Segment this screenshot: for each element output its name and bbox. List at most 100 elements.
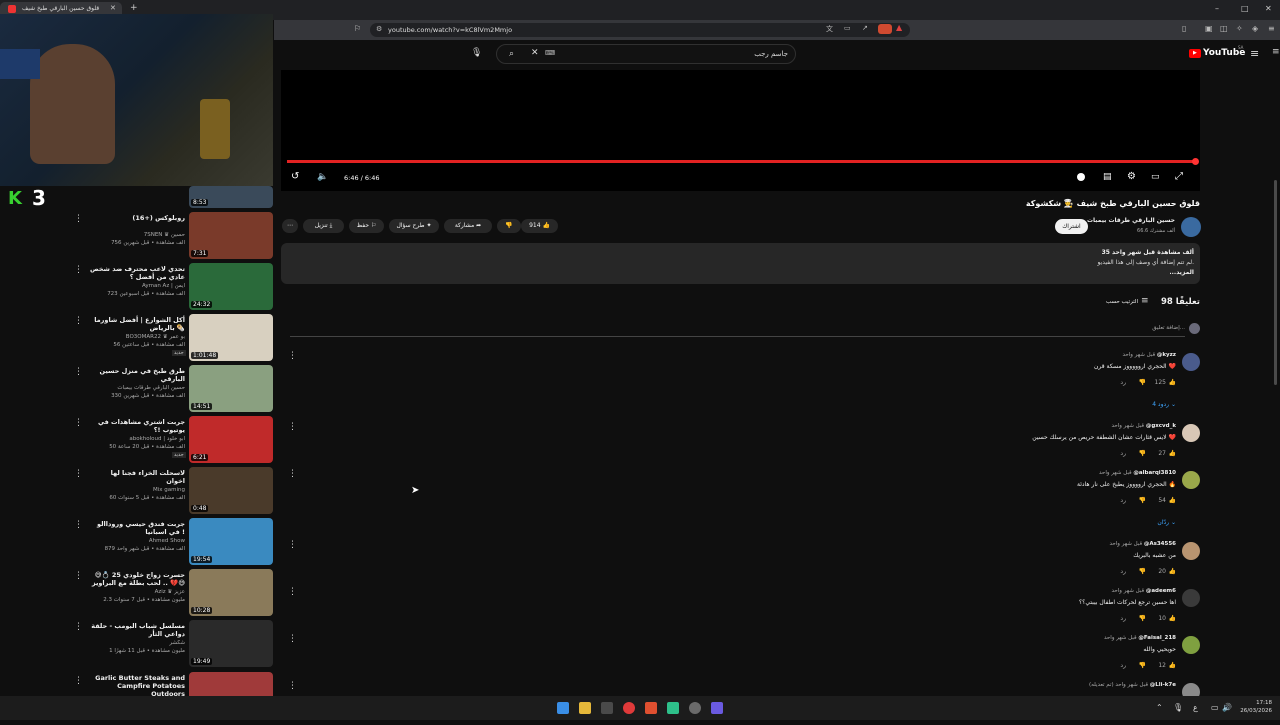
video-thumbnail[interactable]: 14:51 xyxy=(189,365,273,412)
video-menu-icon[interactable]: ⋮ xyxy=(74,265,83,275)
sidebar-video-title[interactable]: جربت اشتري مشاهدات في يوتيوب !؟ xyxy=(90,418,185,434)
rewards-icon[interactable]: ▲ xyxy=(896,23,902,32)
commenter-avatar[interactable] xyxy=(1182,589,1200,607)
video-menu-icon[interactable]: ⋮ xyxy=(74,676,83,686)
clear-search-icon[interactable]: ✕ xyxy=(531,48,539,58)
cast-icon[interactable]: ▭ xyxy=(844,24,851,32)
progress-scrubber[interactable] xyxy=(1192,158,1199,165)
start-menu-icon[interactable] xyxy=(557,702,569,714)
channel-name[interactable]: حسين البارقي طرقات بيمبات xyxy=(1075,217,1175,224)
sidebar-video-title[interactable]: روبلوكس (+16) xyxy=(90,214,185,222)
video-menu-icon[interactable]: ⋮ xyxy=(74,622,83,632)
like-button[interactable]: 914 👍 xyxy=(521,219,558,233)
view-replies-button[interactable]: ردّان ⌄ xyxy=(1157,519,1176,526)
clock-time[interactable]: 17:18 xyxy=(1232,700,1272,706)
sidebar-video-item[interactable]: 19:54 ⋮ جربت فندق حيسي وروداالو في اسبانيا… xyxy=(0,518,275,568)
page-scrollbar[interactable] xyxy=(1274,180,1277,385)
subtitles-icon[interactable]: ▤ xyxy=(1103,172,1112,182)
puzzle-icon[interactable]: ✧ xyxy=(1236,24,1243,33)
discord-icon[interactable] xyxy=(711,702,723,714)
add-comment-input[interactable]: إضافة تعليق... xyxy=(1100,325,1185,331)
speaker-icon[interactable]: 🔊 xyxy=(1222,703,1232,712)
sidebar-channel[interactable]: 7SNEN ♛ حسين xyxy=(90,232,185,238)
brave-shield-icon[interactable] xyxy=(878,24,892,34)
wallet-icon[interactable]: ◫ xyxy=(1220,24,1228,33)
comment-reply-button[interactable]: رد xyxy=(1120,450,1126,457)
network-icon[interactable]: ▭ xyxy=(1211,703,1219,712)
comment-author[interactable]: @Lli-k7e xyxy=(1150,682,1176,688)
comment-author[interactable]: @As34556 xyxy=(1144,541,1176,547)
video-menu-icon[interactable]: ⋮ xyxy=(74,469,83,479)
comment-reply-button[interactable]: رد xyxy=(1120,568,1126,575)
comment-author[interactable]: @adeem6 xyxy=(1146,588,1176,594)
video-menu-icon[interactable]: ⋮ xyxy=(74,367,83,377)
commenter-avatar[interactable] xyxy=(1182,424,1200,442)
comment-dislike-icon[interactable]: 👎 xyxy=(1139,615,1146,622)
sidebar-video-item[interactable]: 14:51 ⋮ طرق طبخ في منزل حسين البارقي حسين ا… xyxy=(0,365,275,415)
keyboard-icon[interactable]: ⌨ xyxy=(545,49,555,57)
sidebar-video-title[interactable]: مسلسل شباب البومب - حلقة دواعي الثأر xyxy=(90,622,185,638)
input-language[interactable]: ع xyxy=(1193,703,1198,712)
comment-author[interactable]: @albarqi3810 xyxy=(1133,470,1176,476)
video-thumbnail[interactable]: 24:32 xyxy=(189,263,273,310)
description-box[interactable]: 35 ألف مشاهدة قبل شهر واحد لم تتم إضافة … xyxy=(281,243,1200,284)
sort-by-button[interactable]: الترتيب حسب xyxy=(1080,299,1138,305)
sidebar-video-item[interactable]: 19:49 ⋮ مسلسل شباب البومب - حلقة دواعي الث… xyxy=(0,620,275,670)
replay-icon[interactable]: ↺ xyxy=(291,171,299,182)
comment-like-icon[interactable]: 👍 xyxy=(1169,615,1176,622)
sidebar-video-item[interactable]: 6:21 ⋮ جربت اشتري مشاهدات في يوتيوب !؟ abok… xyxy=(0,416,275,466)
comment-menu-icon[interactable]: ⋮ xyxy=(288,540,297,550)
voice-search-icon[interactable]: 🎙 xyxy=(471,48,483,60)
sidebar-video-item[interactable]: 0:48 ⋮ لاسحلت الخزاء فجنا لها اخوان Mix gam… xyxy=(0,467,275,517)
download-button[interactable]: تنزيل ⤓ xyxy=(303,219,344,233)
sidebar-video-item[interactable]: 1:01:48 ⋮ أكل الشوارع | أفضل شاورما بالريا… xyxy=(0,314,275,364)
video-thumbnail[interactable]: 19:54 xyxy=(189,518,273,565)
channel-avatar[interactable] xyxy=(1181,217,1201,237)
video-menu-icon[interactable]: ⋮ xyxy=(74,571,83,581)
comment-like-icon[interactable]: 👍 xyxy=(1169,662,1176,669)
clock-date[interactable]: 26/03/2026 xyxy=(1232,708,1272,714)
sidebar-video-title[interactable]: جربت فندق حيسي وروداالو في اسبانيا ! xyxy=(90,520,185,536)
comment-like-icon[interactable]: 👍 xyxy=(1169,450,1176,457)
commenter-avatar[interactable] xyxy=(1182,471,1200,489)
view-replies-button[interactable]: 4 ردود ⌄ xyxy=(1152,401,1176,408)
extensions-icon[interactable]: ▣ xyxy=(1205,24,1213,33)
sidebar-channel[interactable]: Ayman Az | ايمن xyxy=(90,283,185,289)
sidebar-video-title[interactable]: لاسحلت الخزاء فجنا لها اخوان xyxy=(90,469,185,485)
comment-menu-icon[interactable]: ⋮ xyxy=(288,422,297,432)
translate-icon[interactable]: 文 xyxy=(826,24,833,34)
comment-author[interactable]: @Faisal_218 xyxy=(1138,635,1176,641)
sidebar-video-item[interactable]: 10:28 ⋮ حسرت زواج خلودي 25 💍😅 .. لحب بطلة … xyxy=(0,569,275,619)
video-thumbnail[interactable]: 8:53 xyxy=(189,186,273,208)
comment-like-icon[interactable]: 👍 xyxy=(1169,379,1176,386)
sidebar-video-item[interactable]: 24:32 ⋮ تحدي لاعب محترف ضد شخص عادي من أفض… xyxy=(0,263,275,313)
comment-menu-icon[interactable]: ⋮ xyxy=(288,469,297,479)
window-minimize-button[interactable]: – xyxy=(1215,4,1219,13)
new-tab-button[interactable]: + xyxy=(130,3,138,13)
sidebar-channel[interactable]: abokholoud | ابو خلود xyxy=(90,436,185,442)
comment-author[interactable]: @kyzz xyxy=(1157,352,1176,358)
more-actions-button[interactable]: ⋯ xyxy=(282,219,298,233)
comment-author[interactable]: @gxcvd_k xyxy=(1146,423,1176,429)
sidebar-video-title[interactable]: أكل الشوارع | أفضل شاورما بالرياض 🌯 xyxy=(90,316,185,332)
app-green-icon[interactable] xyxy=(667,702,679,714)
comment-like-icon[interactable]: 👍 xyxy=(1169,497,1176,504)
video-thumbnail[interactable]: 6:21 xyxy=(189,416,273,463)
window-maximize-button[interactable]: □ xyxy=(1241,4,1249,13)
video-menu-icon[interactable]: ⋮ xyxy=(74,214,83,224)
comment-reply-button[interactable]: رد xyxy=(1120,615,1126,622)
sidebar-channel[interactable]: شكشر xyxy=(90,640,185,646)
miniplayer-icon[interactable]: ▭ xyxy=(1151,172,1160,182)
dislike-button[interactable]: 👎 xyxy=(497,219,521,233)
comment-like-icon[interactable]: 👍 xyxy=(1169,568,1176,575)
progress-bar[interactable] xyxy=(287,160,1195,163)
commenter-avatar[interactable] xyxy=(1182,542,1200,560)
video-menu-icon[interactable]: ⋮ xyxy=(74,418,83,428)
sidebar-video-title[interactable]: طرق طبخ في منزل حسين البارقي xyxy=(90,367,185,383)
volume-icon[interactable]: 🔈 xyxy=(317,172,328,182)
sidebar-channel[interactable]: حسين البارقي طرقات بيمبات xyxy=(90,385,185,391)
video-player[interactable] xyxy=(281,70,1200,191)
sidebar-toggle-icon[interactable]: ▯ xyxy=(1182,24,1186,33)
store-icon[interactable] xyxy=(601,702,613,714)
video-thumbnail[interactable]: 0:48 xyxy=(189,467,273,514)
